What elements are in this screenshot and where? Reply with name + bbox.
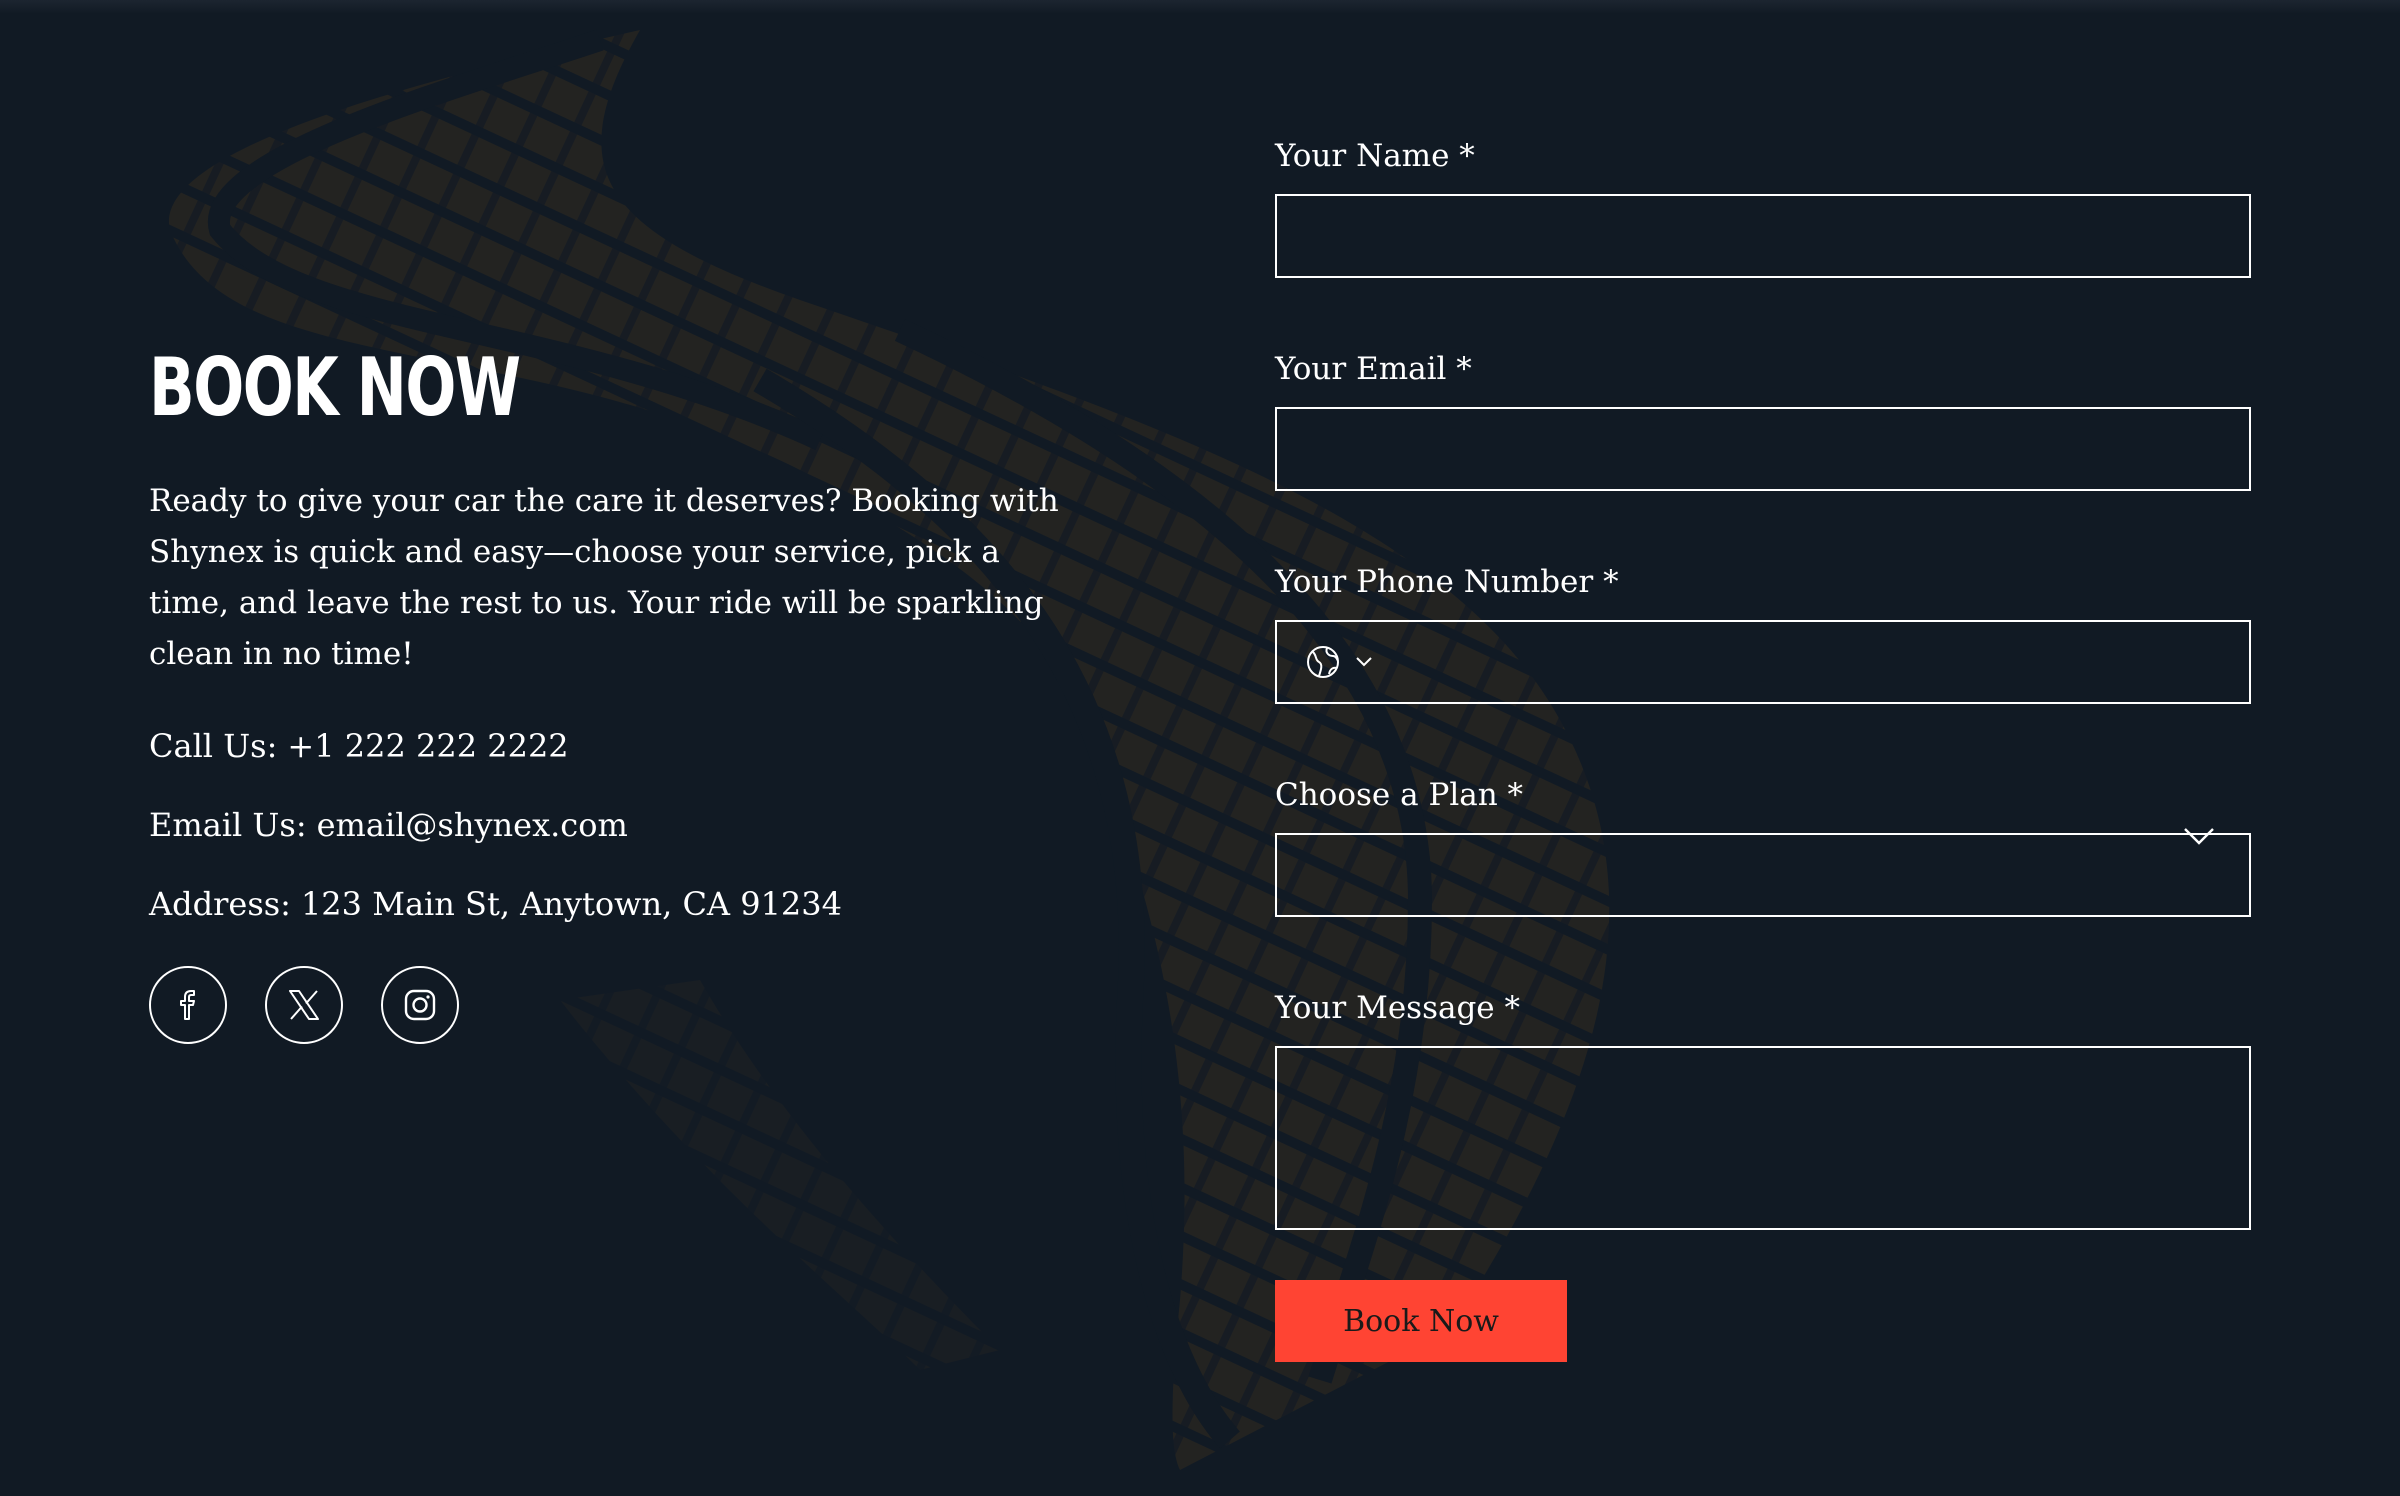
phone-field: Your Phone Number * [1275, 556, 2251, 704]
name-field: Your Name * [1275, 130, 2251, 278]
name-label: Your Name * [1275, 138, 1475, 174]
instagram-link[interactable] [381, 966, 459, 1044]
chevron-down-icon [1356, 657, 1372, 667]
message-field: Your Message * [1275, 982, 2251, 1230]
x-link[interactable] [265, 966, 343, 1044]
contact-address: Address: 123 Main St, Anytown, CA 91234 [149, 884, 1069, 924]
plan-field: Choose a Plan * [1275, 769, 2251, 917]
plan-label: Choose a Plan * [1275, 777, 1524, 813]
chevron-down-icon [2184, 828, 2214, 845]
contact-address-value: 123 Main St, Anytown, CA 91234 [300, 885, 842, 923]
contact-details: Call Us: +1 222 222 2222 Email Us: email@s… [149, 726, 1069, 924]
facebook-icon [180, 990, 195, 1020]
contact-email: Email Us: email@shynex.com [149, 805, 1069, 845]
page-title: BOOK NOW [149, 341, 521, 434]
top-fade [0, 0, 2400, 14]
phone-input[interactable] [1275, 620, 2251, 704]
booking-info-panel: BOOK NOW Ready to give your car the care… [149, 330, 1069, 1044]
globe-icon [1307, 646, 1339, 678]
contact-phone-value[interactable]: +1 222 222 2222 [287, 727, 568, 765]
instagram-icon [404, 989, 436, 1021]
phone-label: Your Phone Number * [1275, 564, 1619, 600]
email-label: Your Email * [1275, 351, 1472, 387]
booking-form: Your Name * Your Email * Your Phone Numb… [1275, 130, 2251, 1362]
social-links [149, 966, 1069, 1044]
contact-phone: Call Us: +1 222 222 2222 [149, 726, 1069, 766]
contact-phone-label: Call Us: [149, 727, 278, 765]
email-field: Your Email * [1275, 343, 2251, 491]
contact-email-label: Email Us: [149, 806, 307, 844]
book-now-button[interactable]: Book Now [1275, 1280, 1567, 1362]
facebook-link[interactable] [149, 966, 227, 1044]
name-input[interactable] [1275, 194, 2251, 278]
plan-select[interactable] [1275, 833, 2251, 917]
country-code-selector[interactable] [1305, 622, 1373, 702]
message-textarea[interactable] [1275, 1046, 2251, 1230]
contact-address-label: Address: [149, 885, 291, 923]
contact-email-value[interactable]: email@shynex.com [317, 806, 628, 844]
email-input[interactable] [1275, 407, 2251, 491]
x-icon [289, 990, 319, 1020]
message-label: Your Message * [1275, 990, 1521, 1026]
intro-text: Ready to give your car the care it deser… [149, 483, 1059, 672]
